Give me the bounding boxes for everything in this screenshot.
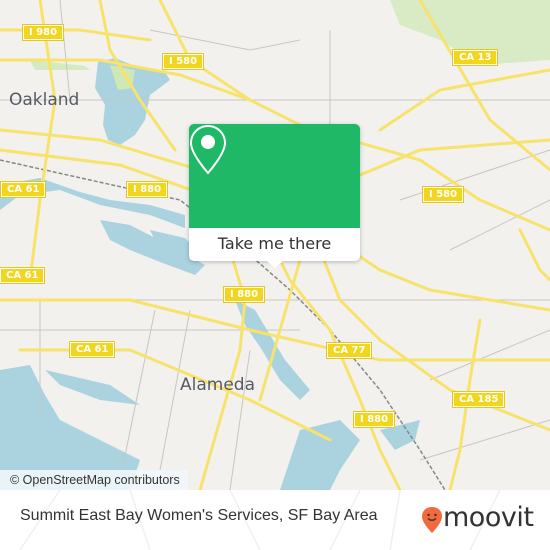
popup-header <box>189 124 360 228</box>
road-shield-i880: I 880 <box>125 181 169 198</box>
popup-pointer <box>267 261 283 268</box>
place-title: Summit East Bay Women's Services, SF Bay… <box>20 507 378 524</box>
moovit-wordmark: moovit <box>443 502 534 533</box>
road-shield-ca61: CA 61 <box>0 181 47 198</box>
map[interactable]: Oakland Alameda I 980 I 580 CA 13 I 580 … <box>0 0 550 490</box>
road-shield-i980: I 980 <box>21 24 65 41</box>
road-shield-ca13: CA 13 <box>451 49 499 66</box>
road-shield-i580: I 580 <box>161 53 205 70</box>
land <box>0 0 40 20</box>
location-pin-icon <box>189 124 227 175</box>
moovit-smiley-pin-icon <box>422 507 442 533</box>
road-shield-ca77: CA 77 <box>325 342 373 359</box>
take-me-there-button[interactable]: Take me there <box>189 228 360 261</box>
city-label-alameda: Alameda <box>180 375 255 395</box>
road-shield-i880: I 880 <box>352 411 396 428</box>
footer: Summit East Bay Women's Services, SF Bay… <box>0 490 550 550</box>
road-shield-ca61: CA 61 <box>0 267 46 284</box>
road-shield-ca185: CA 185 <box>451 391 506 408</box>
road-shield-i880: I 880 <box>222 286 266 303</box>
city-label-oakland: Oakland <box>9 90 80 110</box>
road-shield-i580: I 580 <box>421 186 465 203</box>
destination-popup: Take me there <box>189 124 360 268</box>
map-attribution[interactable]: © OpenStreetMap contributors <box>0 470 188 490</box>
road-shield-ca61: CA 61 <box>68 341 116 358</box>
